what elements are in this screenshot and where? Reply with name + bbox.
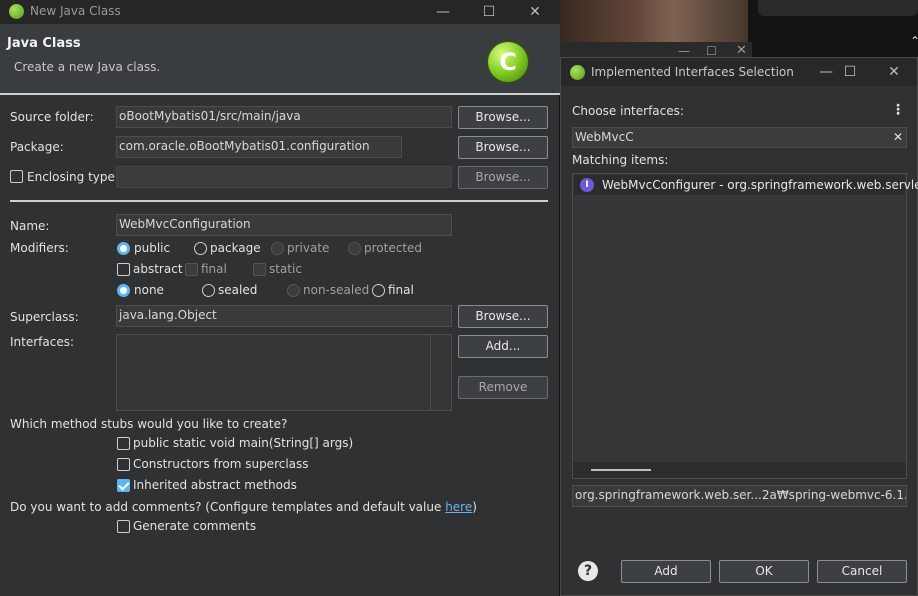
- background-scroll-indicator: ⌃: [910, 34, 918, 48]
- modifier-final-checkbox[interactable]: [185, 263, 198, 276]
- new-java-class-dialog: New Java Class — ☐ ✕ Java Class Create a…: [0, 0, 560, 596]
- location-field: org.springframework.web.ser...2a₩spring-…: [572, 485, 907, 507]
- constructors-checkbox[interactable]: [117, 458, 130, 471]
- modifier-final-label: final: [201, 262, 227, 276]
- superclass-browse-button[interactable]: Browse...: [458, 305, 548, 328]
- name-field[interactable]: WebMvcConfiguration: [116, 214, 452, 236]
- horizontal-scrollbar[interactable]: [573, 462, 906, 478]
- page-subtitle: Create a new Java class.: [14, 60, 161, 74]
- help-icon[interactable]: ?: [578, 561, 598, 581]
- generate-comments-label: Generate comments: [133, 519, 257, 533]
- modifier-abstract-label: abstract: [133, 262, 183, 276]
- inheritance-none-label: none: [134, 283, 164, 297]
- modifier-static-label: static: [269, 262, 302, 276]
- package-field[interactable]: com.oracle.oBootMybatis01.configuration: [116, 136, 402, 158]
- inheritance-final-radio[interactable]: [372, 284, 385, 297]
- scrollbar-thumb[interactable]: [591, 469, 651, 471]
- modifier-package-label: package: [210, 241, 261, 255]
- package-label: Package:: [10, 140, 64, 154]
- source-folder-browse-button[interactable]: Browse...: [458, 106, 548, 129]
- configure-templates-link[interactable]: here: [445, 500, 472, 514]
- modifier-protected-label: protected: [364, 241, 423, 255]
- spring-icon: [570, 65, 585, 80]
- inherited-methods-checkbox[interactable]: [117, 479, 130, 492]
- inheritance-non-sealed-radio[interactable]: [287, 284, 300, 297]
- method-stubs-question: Which method stubs would you like to cre…: [10, 417, 288, 431]
- modifiers-label: Modifiers:: [10, 241, 69, 255]
- constructors-label: Constructors from superclass: [133, 457, 309, 471]
- inheritance-final-label: final: [388, 283, 414, 297]
- matching-items-list[interactable]: I WebMvcConfigurer - org.springframework…: [572, 173, 918, 479]
- header-divider: [0, 93, 560, 95]
- section-divider: [10, 200, 548, 202]
- main-method-label: public static void main(String[] args): [133, 436, 354, 450]
- enclosing-type-browse-button[interactable]: Browse...: [458, 166, 548, 189]
- enclosing-type-checkbox[interactable]: [10, 170, 23, 183]
- close-button[interactable]: ✕: [871, 60, 917, 84]
- wizard-header: Java Class Create a new Java class.: [0, 24, 560, 94]
- interfaces-list[interactable]: [116, 334, 452, 411]
- more-options-icon[interactable]: ⋮: [891, 102, 905, 118]
- title-bar: Implemented Interfaces Selection — ☐ ✕: [561, 58, 917, 86]
- close-icon: ✕: [736, 43, 747, 58]
- background-card: [758, 0, 918, 16]
- name-label: Name:: [10, 219, 50, 233]
- window-title: Implemented Interfaces Selection: [591, 65, 794, 79]
- comments-question-suffix: ): [472, 500, 477, 514]
- list-item-label: WebMvcConfigurer - org.springframework.w…: [602, 178, 918, 192]
- modifier-public-radio[interactable]: [117, 242, 130, 255]
- superclass-field[interactable]: java.lang.Object: [116, 305, 452, 327]
- modifier-static-checkbox[interactable]: [253, 263, 266, 276]
- spring-icon: [9, 4, 24, 19]
- interfaces-list-divider: [430, 335, 431, 410]
- list-item[interactable]: I WebMvcConfigurer - org.springframework…: [574, 175, 918, 195]
- modifier-protected-radio[interactable]: [348, 242, 361, 255]
- implemented-interfaces-dialog: Implemented Interfaces Selection — ☐ ✕ C…: [560, 57, 918, 596]
- source-folder-label: Source folder:: [10, 110, 94, 124]
- inheritance-non-sealed-label: non-sealed: [303, 283, 370, 297]
- enclosing-type-label: Enclosing type:: [27, 170, 119, 184]
- maximize-button[interactable]: ☐: [827, 60, 873, 84]
- minimize-button[interactable]: —: [420, 0, 466, 24]
- matching-items-label: Matching items:: [572, 153, 669, 167]
- interfaces-remove-button[interactable]: Remove: [458, 376, 548, 399]
- comments-question-text: Do you want to add comments? (Configure …: [10, 500, 446, 514]
- modifier-abstract-checkbox[interactable]: [117, 263, 130, 276]
- superclass-label: Superclass:: [10, 310, 79, 324]
- inheritance-sealed-label: sealed: [218, 283, 258, 297]
- inheritance-none-radio[interactable]: [117, 284, 130, 297]
- java-class-icon: C: [488, 42, 528, 82]
- background-photo: [560, 0, 748, 45]
- interface-filter-input[interactable]: WebMvcC: [572, 127, 907, 148]
- modifier-private-label: private: [287, 241, 330, 255]
- modifier-private-radio[interactable]: [271, 242, 284, 255]
- interfaces-label: Interfaces:: [10, 335, 75, 349]
- minimize-icon: —: [678, 44, 690, 58]
- close-button[interactable]: ✕: [512, 0, 558, 24]
- interfaces-add-button[interactable]: Add...: [458, 335, 548, 358]
- maximize-icon: ☐: [706, 44, 717, 58]
- inheritance-sealed-radio[interactable]: [202, 284, 215, 297]
- source-folder-field[interactable]: oBootMybatis01/src/main/java: [116, 106, 452, 128]
- main-method-checkbox[interactable]: [117, 437, 130, 450]
- ok-button[interactable]: OK: [719, 560, 809, 583]
- comments-question: Do you want to add comments? (Configure …: [10, 500, 477, 514]
- enclosing-type-field[interactable]: [116, 166, 452, 188]
- modifier-public-label: public: [134, 241, 171, 255]
- choose-interfaces-label: Choose interfaces:: [572, 104, 684, 118]
- interface-icon: I: [580, 178, 594, 192]
- inherited-methods-label: Inherited abstract methods: [133, 478, 297, 492]
- generate-comments-checkbox[interactable]: [117, 520, 130, 533]
- clear-filter-icon[interactable]: ✕: [893, 130, 903, 144]
- window-title: New Java Class: [30, 4, 121, 18]
- modifier-package-radio[interactable]: [194, 242, 207, 255]
- package-browse-button[interactable]: Browse...: [458, 136, 548, 159]
- title-bar: New Java Class — ☐ ✕: [0, 0, 560, 24]
- page-title: Java Class: [7, 36, 81, 51]
- cancel-button[interactable]: Cancel: [817, 560, 907, 583]
- maximize-button[interactable]: ☐: [466, 0, 512, 24]
- add-button[interactable]: Add: [621, 560, 711, 583]
